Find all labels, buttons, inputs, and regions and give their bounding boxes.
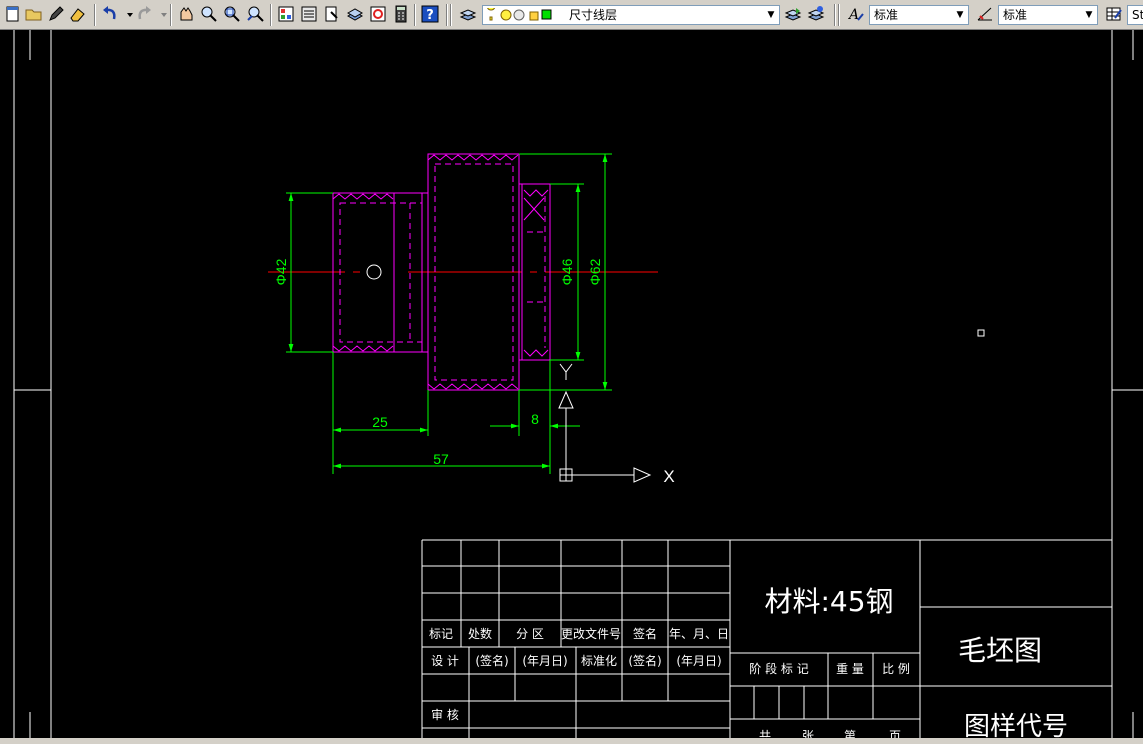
- dimension-texts: Φ42 Φ46 Φ62 25 8 57: [273, 258, 603, 467]
- header-sign: 签名: [633, 626, 657, 641]
- zoom-realtime-icon[interactable]: [199, 4, 219, 24]
- sheets-unit-label: 张: [802, 729, 814, 738]
- drawing-canvas[interactable]: Φ42 Φ46 Φ62 25 8 57 X 材料:45钢 毛坯图 图样代号 标记…: [0, 30, 1143, 743]
- pen-icon[interactable]: [46, 4, 66, 24]
- svg-text:?: ?: [426, 8, 434, 23]
- toolbar-separator: [414, 4, 416, 26]
- standardize-sign: (签名): [628, 653, 661, 668]
- review-label: 审 核: [431, 707, 459, 722]
- stage-mark-label: 阶 段 标 记: [749, 661, 808, 676]
- standardize-label: 标准化: [581, 654, 617, 668]
- eraser-icon[interactable]: [68, 4, 88, 24]
- dim-style-value: 标准: [1003, 8, 1028, 22]
- toolbar-separator: [94, 4, 96, 26]
- toolbar-separator: [446, 4, 448, 26]
- table-style-value: St: [1132, 8, 1143, 22]
- table-style-icon[interactable]: [1104, 4, 1124, 24]
- chevron-down-icon[interactable]: ▼: [1081, 6, 1097, 24]
- properties-icon[interactable]: [276, 4, 296, 24]
- layer-state-icon[interactable]: [806, 4, 826, 24]
- pickbox-cursor: [977, 329, 985, 337]
- open-icon[interactable]: [24, 4, 44, 24]
- dim-style-icon[interactable]: [975, 4, 995, 24]
- material-text: 材料:45钢: [764, 585, 893, 618]
- dim-style-dropdown[interactable]: 标准 ▼: [998, 5, 1098, 25]
- layer-previous-icon[interactable]: [783, 4, 803, 24]
- sheet-set-icon[interactable]: [345, 4, 365, 24]
- text-style-value: 标准: [874, 8, 899, 22]
- undo-icon[interactable]: [100, 4, 120, 24]
- chevron-down-icon[interactable]: ▼: [763, 6, 779, 24]
- drawing-name-text: 毛坯图: [958, 634, 1042, 667]
- dim-8-text: 8: [531, 411, 539, 427]
- design-label: 设 计: [431, 654, 459, 668]
- header-count: 处数: [468, 626, 492, 641]
- standardize-date: (年月日): [676, 654, 721, 668]
- toolbar-separator: [834, 4, 836, 26]
- header-mark: 标记: [429, 627, 453, 641]
- status-bar: [0, 738, 1143, 744]
- svg-text:A: A: [847, 7, 859, 23]
- tool-palette-icon[interactable]: [322, 4, 342, 24]
- toolbar-separator: [450, 4, 452, 26]
- title-block-texts: 材料:45钢 毛坯图 图样代号 标记 处数 分 区 更改文件号 签名 年、月、日…: [429, 585, 1068, 743]
- table-style-dropdown[interactable]: St: [1127, 5, 1143, 25]
- drawing-code-text: 图样代号: [964, 712, 1068, 738]
- redo-icon[interactable]: [134, 4, 154, 24]
- dim-phi62-text: Φ62: [587, 258, 603, 285]
- chevron-down-icon[interactable]: [154, 4, 167, 24]
- design-date: (年月日): [522, 654, 567, 668]
- dim-57-text: 57: [433, 451, 449, 467]
- sheet-number-label: 第: [844, 729, 856, 738]
- text-style-dropdown[interactable]: 标准 ▼: [869, 5, 969, 25]
- chevron-down-icon[interactable]: ▼: [952, 6, 968, 24]
- scale-label: 比 例: [882, 662, 910, 676]
- zoom-window-icon[interactable]: [222, 4, 242, 24]
- header-change-doc: 更改文件号: [561, 626, 621, 641]
- ucs-x-label: X: [663, 467, 674, 486]
- standard-toolbar: ? 尺寸线层 ▼ A 标准 ▼ 标准 ▼ St: [0, 0, 1143, 30]
- zoom-previous-icon[interactable]: [245, 4, 265, 24]
- new-icon[interactable]: [3, 4, 23, 24]
- layer-dropdown[interactable]: 尺寸线层 ▼: [482, 5, 780, 25]
- help-icon[interactable]: ?: [420, 4, 440, 24]
- center-hole: [366, 264, 382, 280]
- chevron-down-icon[interactable]: [120, 4, 133, 24]
- layer-state-icons: [487, 8, 552, 21]
- text-style-icon[interactable]: A: [846, 4, 866, 24]
- weight-label: 重 量: [836, 662, 864, 676]
- toolbar-separator: [838, 4, 840, 26]
- total-sheets-label: 共: [759, 729, 771, 738]
- design-sign: (签名): [475, 653, 508, 668]
- calculator-icon[interactable]: [391, 4, 411, 24]
- dimensions: [286, 153, 612, 474]
- dim-25-text: 25: [372, 414, 388, 430]
- pan-icon[interactable]: [176, 4, 196, 24]
- page-unit-label: 页: [889, 729, 901, 738]
- drawing-svg: Φ42 Φ46 Φ62 25 8 57 X 材料:45钢 毛坯图 图样代号 标记…: [13, 30, 1143, 743]
- toolbar-separator: [170, 4, 172, 26]
- markup-icon[interactable]: [368, 4, 388, 24]
- header-zone: 分 区: [516, 627, 544, 641]
- design-center-icon[interactable]: [299, 4, 319, 24]
- layer-name: 尺寸线层: [569, 8, 618, 22]
- header-date: 年、月、日: [669, 627, 729, 641]
- toolbar-separator: [270, 4, 272, 26]
- dim-phi46-text: Φ46: [559, 258, 575, 285]
- layer-manager-icon[interactable]: [458, 4, 478, 24]
- dim-phi42-text: Φ42: [273, 258, 289, 285]
